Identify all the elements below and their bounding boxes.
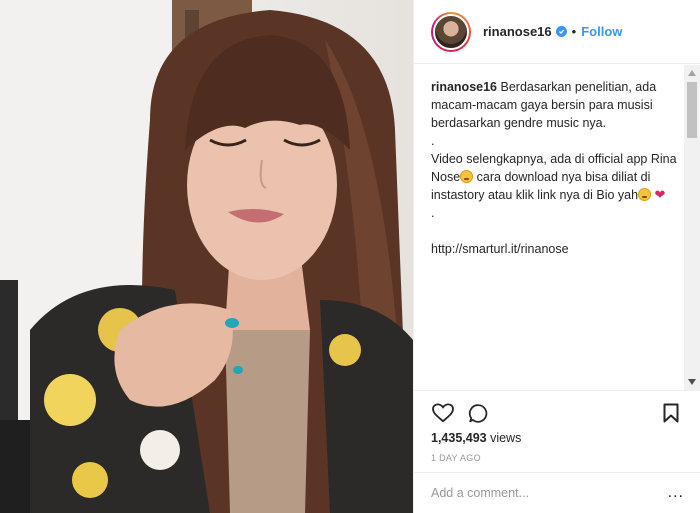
views-label: views bbox=[486, 431, 522, 445]
caption-dot-2: . bbox=[431, 206, 435, 220]
more-options-button[interactable]: ... bbox=[668, 484, 684, 502]
views-number: 1,435,493 bbox=[431, 431, 487, 445]
view-count: 1,435,493 views bbox=[431, 431, 521, 445]
avatar[interactable] bbox=[431, 11, 471, 52]
post-video[interactable] bbox=[0, 0, 413, 513]
caption-link[interactable]: http://smarturl.it/rinanose bbox=[431, 240, 681, 258]
comment-icon[interactable] bbox=[466, 401, 490, 425]
instagram-post: rinanose16 • Follow rinanose16 Berdasark… bbox=[0, 0, 700, 513]
grimacing-emoji-icon bbox=[638, 188, 652, 201]
grimacing-emoji-icon bbox=[460, 170, 474, 183]
post-timestamp[interactable]: 1 DAY AGO bbox=[431, 453, 481, 463]
comments-scrollbar[interactable] bbox=[684, 65, 700, 390]
scroll-up-arrow-icon[interactable] bbox=[684, 65, 700, 81]
post-caption: rinanose16 Berdasarkan penelitian, ada m… bbox=[431, 78, 681, 258]
post-sidebar: rinanose16 • Follow rinanose16 Berdasark… bbox=[413, 0, 700, 513]
post-header: rinanose16 • Follow bbox=[414, 0, 700, 64]
video-frame-illustration bbox=[0, 0, 413, 513]
follow-button[interactable]: Follow bbox=[581, 24, 622, 39]
comments-area[interactable]: rinanose16 Berdasarkan penelitian, ada m… bbox=[414, 65, 700, 390]
comment-input[interactable] bbox=[431, 486, 668, 500]
add-comment-section: ... bbox=[414, 472, 700, 513]
username-link[interactable]: rinanose16 bbox=[483, 24, 552, 39]
caption-dot: . bbox=[431, 134, 435, 148]
heart-icon[interactable] bbox=[431, 401, 455, 425]
red-heart-emoji-icon: ❤ bbox=[654, 187, 666, 202]
verified-badge-icon bbox=[555, 26, 567, 37]
separator-dot: • bbox=[571, 24, 577, 39]
scroll-down-arrow-icon[interactable] bbox=[684, 374, 700, 390]
caption-username-link[interactable]: rinanose16 bbox=[431, 80, 497, 94]
post-actions: 1,435,493 views 1 DAY AGO bbox=[414, 390, 700, 472]
bookmark-icon[interactable] bbox=[659, 401, 683, 425]
scrollbar-thumb[interactable] bbox=[687, 82, 697, 138]
avatar-image bbox=[433, 13, 469, 50]
